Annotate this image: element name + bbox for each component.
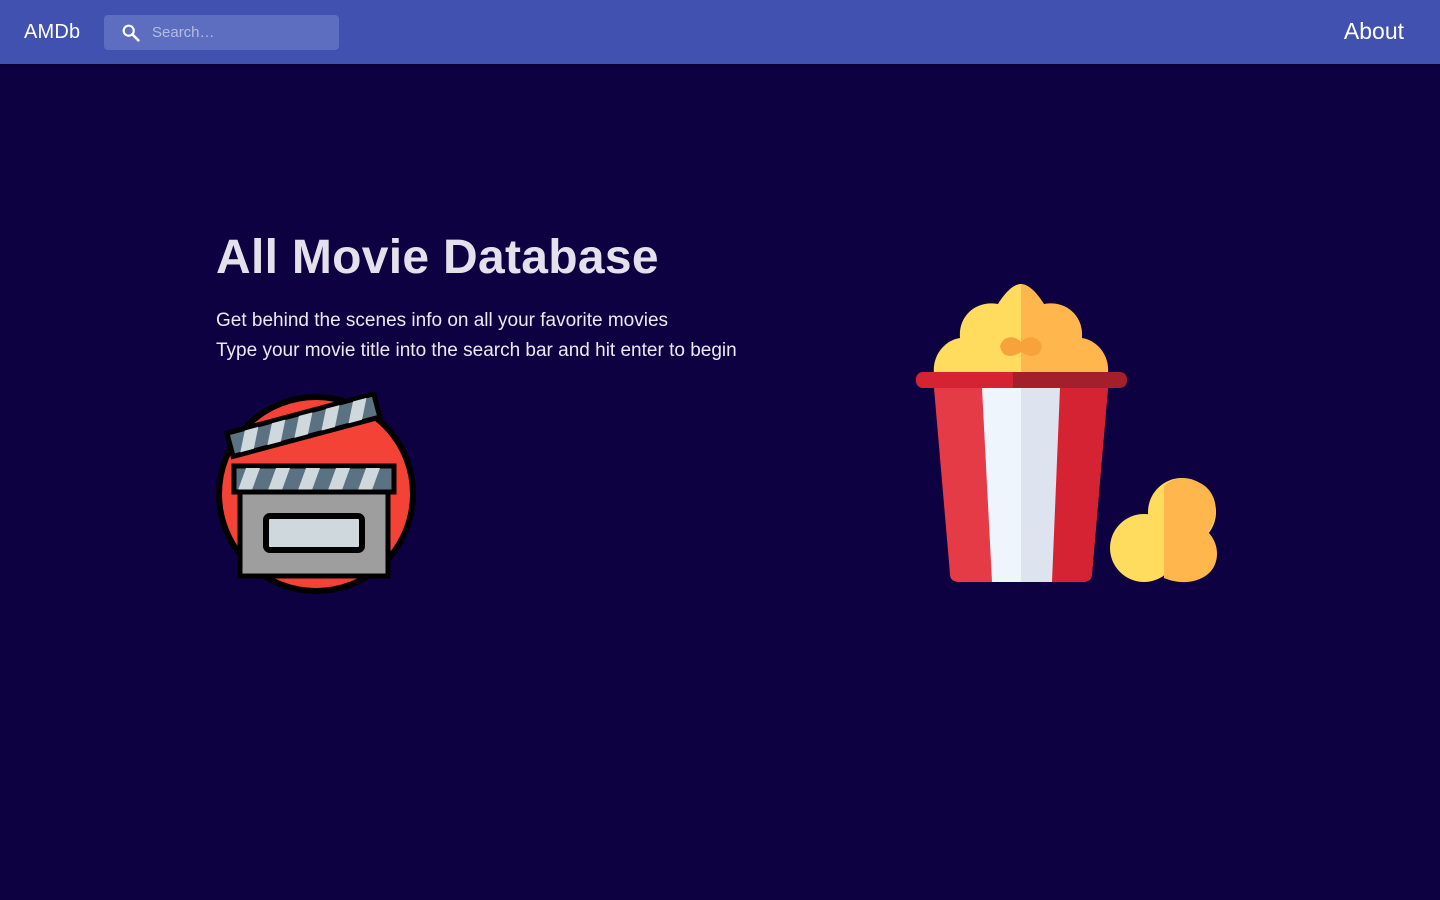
hero-line-1: Get behind the scenes info on all your f… xyxy=(216,310,669,331)
brand-logo[interactable]: AMDb xyxy=(24,20,80,44)
search-box[interactable] xyxy=(104,15,339,50)
app-bar: AMDb About xyxy=(0,0,1440,64)
hero-line-2: Type your movie title into the search ba… xyxy=(216,340,737,361)
page-title: All Movie Database xyxy=(216,231,659,284)
search-input[interactable] xyxy=(152,15,332,50)
clapperboard-icon xyxy=(216,392,416,594)
popcorn-icon xyxy=(916,284,1217,583)
about-link[interactable]: About xyxy=(1344,17,1404,45)
search-icon xyxy=(122,24,140,42)
hero-description: Get behind the scenes info on all your f… xyxy=(216,306,737,366)
